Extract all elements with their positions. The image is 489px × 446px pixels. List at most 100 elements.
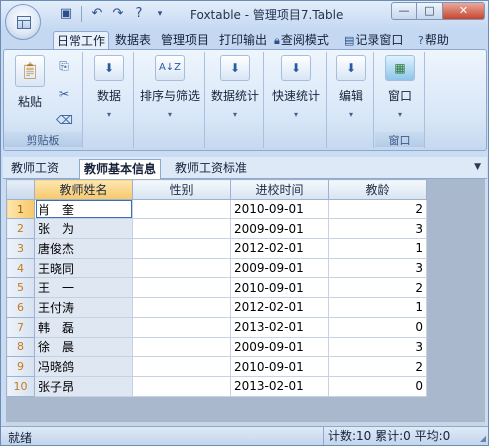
table-row[interactable]: 5王 一 2010-09-01 2 <box>6 277 427 299</box>
cell-years[interactable]: 0 <box>328 375 427 397</box>
row-number[interactable]: 3 <box>6 238 35 259</box>
window-button[interactable]: ▦ 窗口 ▾ <box>380 55 420 119</box>
table-row[interactable]: 8徐 晨 2009-09-01 3 <box>6 336 427 358</box>
cell-join-date[interactable]: 2010-09-01 <box>230 356 329 377</box>
tab-manage-project[interactable]: 管理项目 <box>158 31 212 50</box>
cell-years[interactable]: 3 <box>328 218 427 240</box>
row-number[interactable]: 10 <box>6 375 35 397</box>
cell-name[interactable]: 张 为 <box>34 218 133 240</box>
tab-daily-work[interactable]: 日常工作 <box>53 31 110 50</box>
undo-icon[interactable]: ↶ <box>88 5 106 23</box>
tab-record-window[interactable]: ▤记录窗口 <box>341 31 406 50</box>
row-number[interactable]: 5 <box>6 277 35 299</box>
lock-icon: 🔒︎ <box>274 34 280 47</box>
cell-name[interactable]: 韩 磊 <box>34 316 133 338</box>
cell-name[interactable]: 王晓同 <box>34 257 133 279</box>
paste-button[interactable]: 📋︎ 粘贴 <box>10 55 50 110</box>
cell-years[interactable]: 1 <box>328 238 427 259</box>
maximize-button[interactable]: □ <box>417 2 443 20</box>
cell-gender[interactable] <box>132 316 231 338</box>
cell-years[interactable]: 0 <box>328 316 427 338</box>
cell-join-date[interactable]: 2009-09-01 <box>230 257 329 279</box>
chevron-down-icon: ▾ <box>348 110 353 119</box>
table-row[interactable]: 7韩 磊 2013-02-01 0 <box>6 316 427 338</box>
cell-join-date[interactable]: 2009-09-01 <box>230 336 329 358</box>
tab-data-table[interactable]: 数据表 <box>112 31 154 50</box>
row-number[interactable]: 8 <box>6 336 35 358</box>
row-number[interactable]: 2 <box>6 218 35 240</box>
cell-gender[interactable] <box>132 238 231 259</box>
tab-browse-mode[interactable]: 🔒︎查阅模式 <box>271 31 332 50</box>
cell-join-date[interactable]: 2012-02-01 <box>230 238 329 259</box>
cell-name[interactable]: 唐俊杰 <box>34 238 133 259</box>
table-row[interactable]: 9 冯晓鸽 2010-09-01 2 <box>6 356 427 377</box>
qat-dropdown-icon[interactable]: ▾ <box>151 5 169 23</box>
sheet-tab-basic-info[interactable]: 教师基本信息 <box>79 159 162 179</box>
resize-grip-icon[interactable]: ◢ <box>480 434 486 443</box>
table-row[interactable]: 1肖 奎 2010-09-01 2 <box>6 198 427 220</box>
cell-years[interactable]: 1 <box>328 297 427 318</box>
cell-gender[interactable] <box>132 375 231 397</box>
table-row[interactable]: 4 王晓同 2009-09-01 3 <box>6 257 427 279</box>
cell-join-date[interactable]: 2009-09-01 <box>230 218 329 240</box>
cell-gender[interactable] <box>132 257 231 279</box>
cell-join-date[interactable]: 2012-02-01 <box>230 297 329 318</box>
arrow-down-icon: ⬇ <box>336 55 366 81</box>
cell-name[interactable]: 肖 奎 <box>34 198 133 220</box>
cell-years[interactable]: 2 <box>328 356 427 377</box>
row-number[interactable]: 6 <box>6 297 35 318</box>
cell-years[interactable]: 2 <box>328 277 427 299</box>
cell-name[interactable]: 冯晓鸽 <box>34 356 133 377</box>
cell-join-date[interactable]: 2010-09-01 <box>230 198 329 220</box>
eraser-icon[interactable]: ⌫ <box>56 112 73 128</box>
window-title: Foxtable - 管理项目7.Table <box>190 8 344 22</box>
quick-stats-button[interactable]: ⬇ 快速统计 ▾ <box>267 55 325 119</box>
sheet-tab-salary[interactable]: 教师工资 <box>7 159 63 179</box>
tab-print-output[interactable]: 打印输出 <box>216 31 270 50</box>
tab-list-dropdown-icon[interactable]: ▼ <box>474 162 481 172</box>
sort-filter-button[interactable]: A↓Z 排序与筛选 ▾ <box>137 55 203 119</box>
cell-gender[interactable] <box>132 198 231 220</box>
table-row[interactable]: 10 张子昂 2013-02-01 0 <box>6 375 427 397</box>
cell-name[interactable]: 王 一 <box>34 277 133 299</box>
close-button[interactable]: ✕ <box>443 2 485 20</box>
cell-gender[interactable] <box>132 277 231 299</box>
column-header-name[interactable]: 教师姓名 <box>34 179 133 200</box>
column-header-gender[interactable]: 性别 <box>132 179 231 200</box>
table-row[interactable]: 6 王付涛 2012-02-01 1 <box>6 297 427 318</box>
select-all-corner[interactable] <box>6 179 35 200</box>
minimize-button[interactable]: — <box>391 2 417 20</box>
cell-gender[interactable] <box>132 356 231 377</box>
cell-join-date[interactable]: 2013-02-01 <box>230 375 329 397</box>
row-number[interactable]: 1 <box>6 198 35 220</box>
cell-name[interactable]: 徐 晨 <box>34 336 133 358</box>
cell-gender[interactable] <box>132 218 231 240</box>
cell-years[interactable]: 3 <box>328 336 427 358</box>
column-header-years[interactable]: 教龄 <box>328 179 427 200</box>
column-header-join-date[interactable]: 进校时间 <box>230 179 329 200</box>
cell-years[interactable]: 2 <box>328 198 427 220</box>
tab-help[interactable]: ?帮助 <box>415 31 452 50</box>
edit-button[interactable]: ⬇ 编辑 ▾ <box>331 55 371 119</box>
data-button[interactable]: ⬇ 数据 ▾ <box>89 55 129 119</box>
cell-join-date[interactable]: 2013-02-01 <box>230 316 329 338</box>
row-number[interactable]: 4 <box>6 257 35 279</box>
data-stats-button[interactable]: ⬇ 数据统计 ▾ <box>208 55 262 119</box>
copy-icon[interactable]: ⎘ <box>56 58 72 74</box>
cell-years[interactable]: 3 <box>328 257 427 279</box>
table-row[interactable]: 2张 为 2009-09-01 3 <box>6 218 427 240</box>
app-menu-button[interactable] <box>5 4 41 40</box>
cell-join-date[interactable]: 2010-09-01 <box>230 277 329 299</box>
cell-gender[interactable] <box>132 297 231 318</box>
table-row[interactable]: 3 唐俊杰 2012-02-01 1 <box>6 238 427 259</box>
cut-icon[interactable]: ✂ <box>56 86 72 102</box>
cell-name[interactable]: 张子昂 <box>34 375 133 397</box>
cell-name[interactable]: 王付涛 <box>34 297 133 318</box>
cell-gender[interactable] <box>132 336 231 358</box>
row-number[interactable]: 9 <box>6 356 35 377</box>
save-icon[interactable]: ▣ <box>57 5 75 23</box>
sheet-tab-salary-standard[interactable]: 教师工资标准 <box>171 159 251 179</box>
help-icon[interactable]: ? <box>130 5 148 23</box>
redo-icon[interactable]: ↷ <box>109 5 127 23</box>
row-number[interactable]: 7 <box>6 316 35 338</box>
